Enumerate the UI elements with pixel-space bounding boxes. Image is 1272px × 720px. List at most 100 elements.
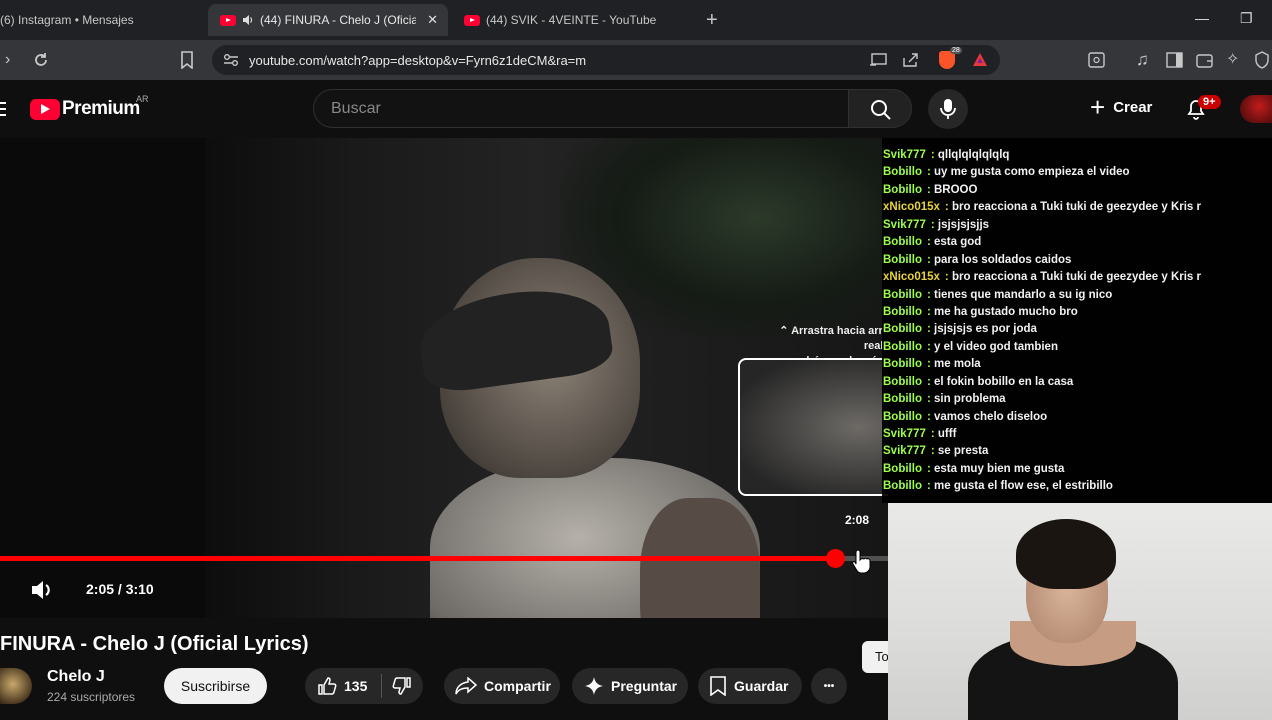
chat-message: Bobillo: y el video god tambien [882, 341, 1272, 358]
search-button[interactable] [848, 89, 912, 128]
create-button[interactable]: + Crear [1090, 94, 1153, 120]
chat-message: Svik777: ufff [882, 428, 1272, 445]
chat-separator: : [926, 358, 934, 371]
chat-message: Bobillo: jsjsjsjs es por joda [882, 323, 1272, 340]
voice-search-button[interactable] [928, 89, 968, 129]
sparkle-icon [585, 677, 603, 695]
chat-separator: : [926, 253, 934, 266]
vpn-shield-icon[interactable] [1254, 51, 1270, 69]
chat-username: Svik777 [883, 428, 926, 440]
forward-icon[interactable]: › [5, 50, 10, 70]
site-settings-icon[interactable] [223, 53, 239, 67]
chat-username: Bobillo [883, 480, 922, 493]
volume-icon[interactable] [30, 578, 56, 602]
chat-text: bro reacciona a Tuki tuki de geezydee y … [951, 201, 1201, 214]
chat-separator: : [926, 288, 934, 301]
video-title: FINURA - Chelo J (Oficial Lyrics) [0, 633, 309, 655]
chat-text: bro reacciona a Tuki tuki de geezydee y … [951, 271, 1201, 284]
tab-instagram[interactable]: (6) Instagram • Mensajes [0, 4, 205, 36]
youtube-logo-text[interactable]: Premium [62, 98, 140, 120]
search-placeholder: Buscar [331, 100, 381, 117]
chat-text: ufff [937, 428, 957, 440]
chat-separator: : [926, 323, 934, 336]
screen: (6) Instagram • Mensajes (44) FINURA - C… [0, 0, 1272, 720]
minimize-icon[interactable]: — [1195, 10, 1209, 26]
search-input[interactable]: Buscar [313, 89, 848, 128]
maximize-icon[interactable]: ❐ [1240, 10, 1253, 27]
sidebar-toggle-icon[interactable] [1166, 52, 1183, 68]
music-note-icon[interactable]: ♫ [1136, 50, 1149, 70]
browser-toolbar: › youtube.com/watch?app=desktop&v=Fyrn6z… [0, 40, 1272, 80]
hand-cursor-icon [852, 549, 871, 574]
chat-text: BROOO [934, 183, 978, 196]
tab-svik[interactable]: (44) SVIK - 4VEINTE - YouTube [452, 4, 682, 36]
chat-message: Bobillo: esta god [882, 236, 1272, 253]
chat-username: Bobillo [883, 358, 922, 371]
chat-message: Bobillo: vamos chelo diseloo [882, 411, 1272, 428]
share-page-icon[interactable] [902, 52, 920, 68]
like-dislike-group: 135 [305, 668, 423, 704]
partial-button[interactable]: To [862, 641, 888, 673]
brave-rewards-icon[interactable] [972, 52, 988, 67]
share-button[interactable]: Compartir [444, 668, 560, 704]
plus-icon: + [706, 8, 718, 31]
sidebar-tabs-icon[interactable] [1088, 52, 1105, 68]
chat-separator: : [926, 305, 934, 318]
subscribe-button[interactable]: Suscribirse [164, 668, 267, 704]
chat-text: jsjsjsjs es por joda [934, 323, 1037, 336]
progress-bar-played [0, 556, 835, 561]
chat-message: xNico015x: bro reacciona a Tuki tuki de … [882, 271, 1272, 288]
chat-message: Bobillo: me ha gustado mucho bro [882, 306, 1272, 323]
brave-shields-count: 28 [950, 47, 962, 54]
channel-name[interactable]: Chelo J [47, 668, 105, 686]
chat-separator: : [926, 236, 934, 249]
webcam-overlay [888, 503, 1272, 720]
search-icon [871, 100, 891, 120]
chat-text: me gusta el flow ese, el estribillo [934, 480, 1113, 493]
chat-username: Svik777 [883, 149, 926, 161]
menu-icon[interactable] [0, 101, 6, 117]
wallet-icon[interactable] [1196, 52, 1213, 68]
address-bar[interactable]: youtube.com/watch?app=desktop&v=Fyrn6z1d… [212, 45, 1000, 75]
video-letterbox [0, 138, 205, 618]
chat-message: xNico015x: bro reacciona a Tuki tuki de … [882, 201, 1272, 218]
progress-scrubber-handle[interactable] [825, 549, 845, 568]
chat-username: Bobillo [883, 288, 922, 301]
like-count[interactable]: 135 [344, 678, 367, 694]
subscriber-count: 224 suscriptores [47, 690, 136, 704]
chat-message: Bobillo: esta muy bien me gusta [882, 463, 1272, 480]
chat-message: Svik777: jsjsjsjsjjs [882, 219, 1272, 236]
youtube-logo-icon[interactable] [30, 99, 60, 120]
ask-button[interactable]: Preguntar [572, 668, 688, 704]
tab-finura[interactable]: (44) FINURA - Chelo J (Oficial ✕ [208, 4, 448, 36]
chat-message: Bobillo: me gusta el flow ese, el estrib… [882, 480, 1272, 497]
more-actions-button[interactable]: ••• [811, 668, 847, 704]
create-label: Crear [1113, 98, 1153, 116]
like-icon[interactable] [317, 676, 337, 696]
chevron-up-icon: ⌃ [779, 325, 792, 337]
chat-message: Svik777: qllqlqlqlqlqlq [882, 149, 1272, 166]
bookmark-icon[interactable] [180, 51, 194, 69]
chat-username: Bobillo [883, 253, 922, 266]
chat-text: para los soldados caidos [934, 253, 1072, 266]
account-avatar[interactable] [1240, 95, 1272, 123]
speaker-icon[interactable] [242, 14, 254, 26]
chat-username: Bobillo [883, 410, 922, 423]
share-icon [455, 677, 477, 695]
chat-separator: : [930, 218, 938, 231]
notification-badge: 9+ [1198, 95, 1221, 109]
video-player[interactable]: ⌃ Arrastra hacia arriba para realizar un… [0, 138, 888, 618]
new-tab-button[interactable]: + [700, 4, 730, 36]
chat-separator: : [926, 340, 934, 353]
close-tab-icon[interactable]: ✕ [427, 12, 438, 28]
reload-icon[interactable] [32, 51, 50, 69]
country-code: AR [136, 94, 149, 104]
save-button[interactable]: Guardar [698, 668, 802, 704]
browser-tab-strip: (6) Instagram • Mensajes (44) FINURA - C… [0, 0, 1272, 40]
chat-separator: : [930, 149, 938, 161]
cast-icon[interactable] [870, 53, 887, 67]
leo-ai-icon[interactable]: ✧ [1226, 50, 1239, 70]
chat-text: me ha gustado mucho bro [934, 305, 1078, 318]
dislike-icon[interactable] [392, 676, 412, 696]
chat-text: sin problema [934, 393, 1006, 406]
